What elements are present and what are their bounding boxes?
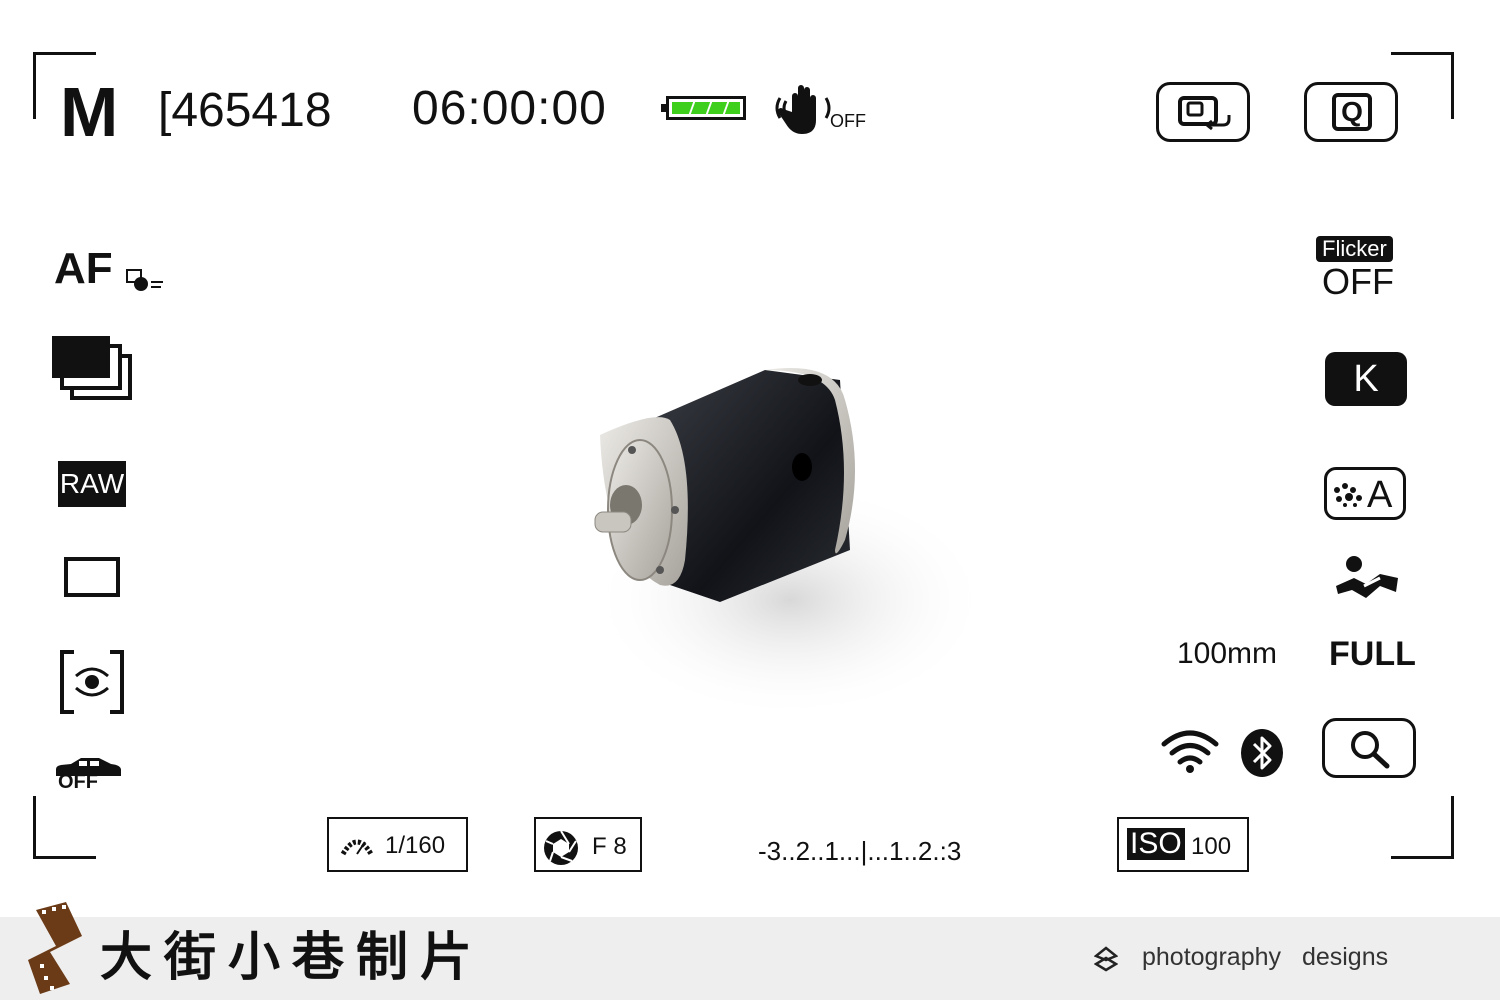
af-continuous-icon [125,269,163,291]
q-icon: Q [1332,93,1372,131]
aperture-value: F 8 [592,833,627,860]
flicker-value[interactable]: OFF [1322,262,1394,302]
frame-corner-bottom-right [1391,796,1454,859]
wifi-icon[interactable] [1161,730,1219,774]
diamond-logo-icon [1094,946,1118,972]
iso-label: ISO [1127,828,1185,860]
frame-corner-bottom-left [33,796,96,859]
frame-mode[interactable]: FULL [1329,634,1416,674]
stabilizer-indicator[interactable]: OFF [774,82,868,138]
flicker-tag: Flicker [1316,236,1393,262]
af-mode[interactable]: AF [54,244,165,294]
brand-tagline: photography designs [1142,943,1389,971]
aspect-ratio-icon[interactable] [64,557,120,597]
vehicle-detect-label: OFF [58,771,98,793]
display-rotate-icon [1178,96,1231,131]
af-label: AF [54,244,113,293]
iso-value: 100 [1191,833,1232,860]
body-detect-icon[interactable] [1334,556,1400,600]
metering-icon[interactable] [60,650,124,714]
aperture-box[interactable]: F 8 [534,817,642,872]
display-mode-button[interactable] [1156,82,1250,142]
vehicle-detect-indicator[interactable]: OFF [54,756,126,796]
exposure-scale: -3..2..1...|...1..2.:3 [758,836,962,866]
shutter-speed-box[interactable]: 1/160 [327,817,468,872]
continuous-drive-icon[interactable] [52,336,134,402]
stabilizer-label: OFF [830,111,866,131]
white-balance-kelvin[interactable]: K [1325,352,1407,406]
battery-icon [661,96,746,120]
shots-remaining: [465418 [158,84,332,137]
frame-corner-top-right [1391,52,1454,119]
magnify-icon [1351,731,1390,769]
brand-name: 大街小巷制片 [100,928,485,988]
scene-auto-button[interactable]: A [1324,467,1406,520]
quick-menu-button[interactable]: Q [1304,82,1398,142]
film-strip-icon [28,902,82,994]
scene-auto-icon [1334,483,1362,507]
bluetooth-icon[interactable] [1240,728,1284,778]
focal-length: 100mm [1177,637,1278,670]
subject-motor-image [590,368,990,720]
timecode: 06:00:00 [412,82,607,135]
aperture-icon [544,830,578,865]
magnify-button[interactable] [1322,718,1416,778]
shutter-speed-value: 1/160 [385,832,446,859]
shooting-mode[interactable]: M [60,72,118,152]
scene-auto-label: A [1367,474,1393,516]
hand-shake-icon [775,85,831,134]
file-format-raw[interactable]: RAW [58,461,126,507]
shutter-speed-icon [340,839,374,856]
iso-box[interactable]: ISO 100 [1117,817,1249,872]
